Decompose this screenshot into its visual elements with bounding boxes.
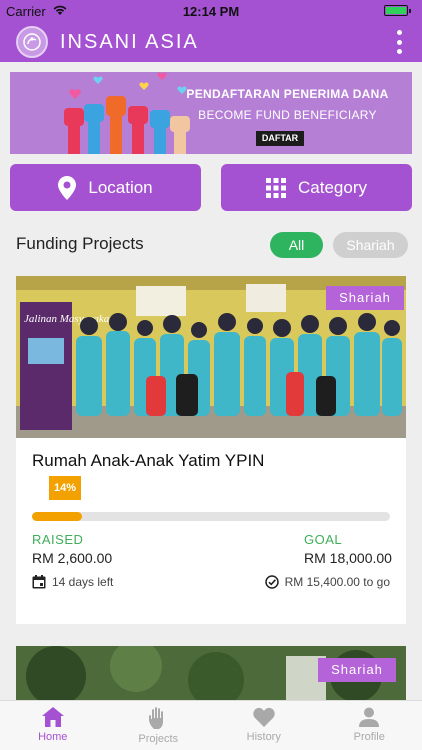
nav-home-label: Home — [38, 731, 68, 743]
location-label: Location — [88, 177, 153, 197]
raised-value: RM 2,600.00 — [32, 550, 113, 566]
more-options-icon[interactable] — [394, 30, 404, 54]
battery-icon — [384, 5, 411, 16]
nav-projects-label: Projects — [138, 733, 179, 745]
nav-history[interactable]: History — [211, 701, 317, 750]
register-button[interactable]: DAFTAR — [256, 131, 304, 146]
nav-projects[interactable]: Projects — [106, 701, 212, 750]
project-card[interactable]: Shariah — [16, 646, 406, 700]
nav-profile[interactable]: Profile — [317, 701, 422, 750]
person-icon — [359, 707, 380, 727]
nav-history-label: History — [246, 731, 281, 743]
project-name: Rumah Anak-Anak Yatim YPIN — [32, 451, 265, 470]
location-button[interactable]: Location — [10, 164, 201, 211]
filter-shariah-pill[interactable]: Shariah — [333, 232, 408, 258]
section-title: Funding Projects — [16, 234, 144, 253]
status-bar: Carrier 12:14 PM — [0, 0, 422, 22]
banner-title: PENDAFTARAN PENERIMA DANA — [186, 87, 389, 101]
hand-icon — [149, 707, 164, 729]
amount-to-go: RM 15,400.00 to go — [264, 575, 390, 589]
project-card[interactable]: Jalinan Masyarakat Shariah Rumah Anak-An… — [16, 276, 406, 624]
progress-bar — [32, 512, 390, 521]
nav-home[interactable]: Home — [0, 701, 106, 750]
check-circle-icon — [264, 575, 279, 589]
app-logo — [16, 26, 48, 58]
beneficiary-banner[interactable]: PENDAFTARAN PENERIMA DANA BECOME FUND BE… — [10, 72, 412, 154]
logo-icon — [23, 33, 41, 51]
grid-icon — [266, 177, 286, 198]
calendar-icon — [32, 575, 46, 589]
amount-to-go-text: RM 15,400.00 to go — [284, 575, 390, 589]
status-time: 12:14 PM — [182, 4, 240, 19]
app-bar: INSANI ASIA — [0, 22, 422, 62]
progress-fill — [32, 512, 83, 521]
banner-subtitle: BECOME FUND BENEFICIARY — [198, 108, 377, 122]
days-left: 14 days left — [32, 575, 113, 589]
nav-profile-label: Profile — [353, 731, 385, 743]
shariah-tag: Shariah — [326, 286, 404, 310]
shariah-tag: Shariah — [318, 658, 396, 682]
progress-percent-badge: 14% — [49, 476, 81, 500]
category-button[interactable]: Category — [221, 164, 412, 211]
app-title: INSANI ASIA — [60, 31, 199, 53]
raised-label: RAISED — [32, 532, 84, 547]
location-pin-icon — [58, 175, 77, 200]
goal-label: GOAL — [304, 532, 343, 547]
home-icon — [41, 707, 64, 727]
category-label: Category — [298, 177, 367, 197]
goal-value: RM 18,000.00 — [304, 550, 392, 566]
heart-icon — [253, 707, 275, 727]
bottom-nav: Home Projects History Profile — [0, 700, 422, 750]
filter-all-pill[interactable]: All — [270, 232, 323, 258]
photo-banner-text: Jalinan Masyarakat — [24, 313, 113, 325]
days-left-text: 14 days left — [52, 575, 114, 589]
